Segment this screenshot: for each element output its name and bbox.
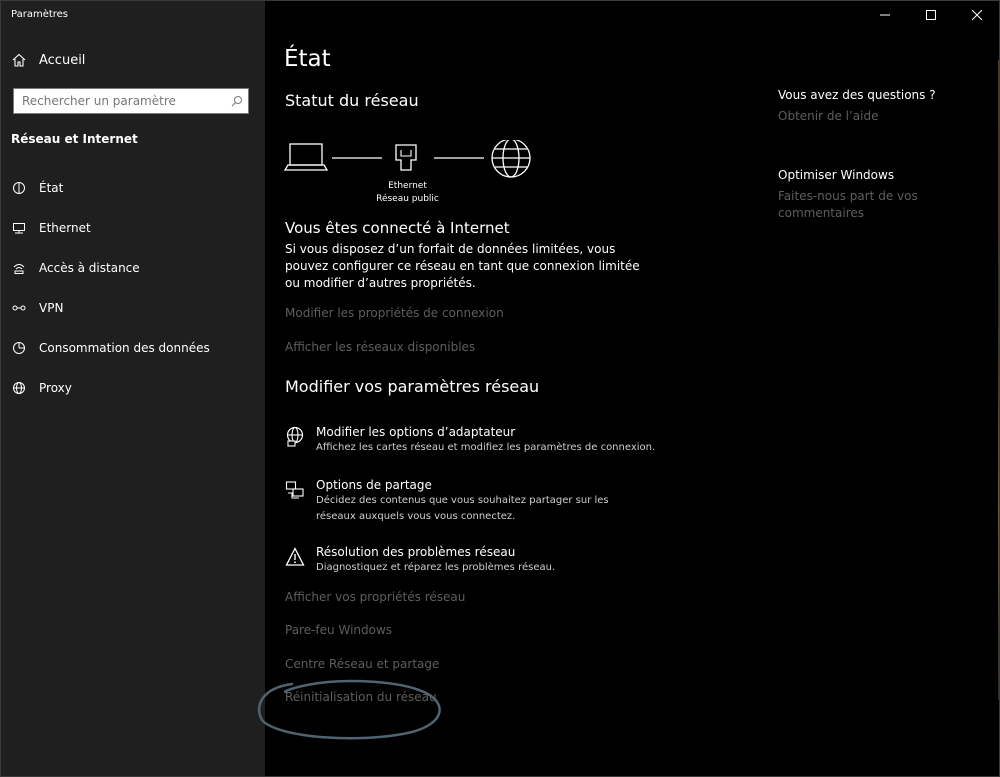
- nav-list: État Ethernet Accès à distance VPN Conso…: [0, 168, 265, 408]
- sidebar-item-label: Consommation des données: [39, 341, 210, 355]
- connection-type: Ethernet: [388, 181, 427, 191]
- search-input[interactable]: [14, 94, 226, 108]
- sidebar-item-label: Proxy: [39, 381, 72, 395]
- sidebar-item-label: Ethernet: [39, 221, 91, 235]
- section-title: Réseau et Internet: [11, 132, 138, 146]
- connected-title: Vous êtes connecté à Internet: [285, 219, 510, 237]
- sharing-icon: [285, 481, 304, 499]
- app-title: Paramètres: [11, 9, 69, 20]
- feedback-link[interactable]: Faites-nous part de vos commentaires: [778, 188, 928, 222]
- network-profile: Réseau public: [376, 194, 439, 204]
- sidebar-item-label: État: [39, 181, 64, 195]
- modify-settings-title: Modifier vos paramètres réseau: [285, 377, 540, 396]
- close-icon: [972, 10, 982, 20]
- improve-section: Optimiser Windows Faites-nous part de vo…: [778, 168, 928, 222]
- troubleshoot-item[interactable]: Résolution des problèmes réseau Diagnost…: [285, 544, 555, 576]
- home-label: Accueil: [39, 52, 86, 68]
- diagram-caption: Ethernet Réseau public: [360, 180, 455, 206]
- connected-description: Si vous disposez d’un forfait de données…: [285, 242, 640, 290]
- hand-drawn-circle-annotation: [257, 679, 441, 740]
- vpn-icon: [11, 300, 27, 316]
- option-title: Options de partage: [316, 478, 432, 492]
- close-button[interactable]: [954, 0, 1000, 30]
- status-title: Statut du réseau: [285, 91, 419, 110]
- search-box[interactable]: [13, 88, 249, 114]
- connection-properties-link[interactable]: Modifier les propriétés de connexion: [285, 306, 504, 320]
- window-controls: [862, 0, 1000, 30]
- sidebar-item-acces-distance[interactable]: Accès à distance: [0, 248, 265, 288]
- sidebar-item-ethernet[interactable]: Ethernet: [0, 208, 265, 248]
- sidebar-item-consommation[interactable]: Consommation des données: [0, 328, 265, 368]
- maximize-icon: [926, 10, 936, 20]
- help-link[interactable]: Obtenir de l’aide: [778, 108, 936, 125]
- data-usage-icon: [11, 340, 27, 356]
- globe-icon: [11, 380, 27, 396]
- page-title: État: [284, 46, 331, 72]
- sidebar-item-proxy[interactable]: Proxy: [0, 368, 265, 408]
- option-title: Résolution des problèmes réseau: [316, 545, 516, 559]
- network-properties-link[interactable]: Afficher vos propriétés réseau: [285, 590, 465, 604]
- sidebar-item-label: Accès à distance: [39, 261, 140, 275]
- option-description: Décidez des contenus que vous souhaitez …: [316, 495, 609, 522]
- ethernet-port-icon: [395, 144, 417, 171]
- network-sharing-center-link[interactable]: Centre Réseau et partage: [285, 657, 439, 671]
- questions-section: Vous avez des questions ? Obtenir de l’a…: [778, 88, 936, 125]
- ethernet-icon: [11, 220, 27, 236]
- laptop-icon: [284, 143, 329, 171]
- sidebar: Paramètres Accueil Réseau et Internet Ét…: [0, 0, 265, 777]
- internet-globe-icon: [491, 140, 531, 178]
- search-icon[interactable]: [226, 95, 248, 107]
- status-icon: [11, 180, 27, 196]
- dialup-icon: [11, 260, 27, 276]
- sharing-options-item[interactable]: Options de partage Décidez des contenus …: [285, 477, 646, 525]
- adapter-icon: [286, 426, 304, 447]
- home-icon: [12, 53, 26, 67]
- warning-icon: [285, 547, 305, 566]
- improve-title: Optimiser Windows: [778, 168, 895, 182]
- maximize-button[interactable]: [908, 0, 954, 30]
- firewall-link[interactable]: Pare-feu Windows: [285, 623, 392, 637]
- sidebar-item-label: VPN: [39, 301, 64, 315]
- option-title: Modifier les options d’adaptateur: [316, 425, 516, 439]
- home-button[interactable]: Accueil: [11, 52, 85, 68]
- sidebar-item-vpn[interactable]: VPN: [0, 288, 265, 328]
- questions-title: Vous avez des questions ?: [778, 88, 936, 102]
- minimize-button[interactable]: [862, 0, 908, 30]
- option-description: Diagnostiquez et réparez les problèmes r…: [316, 562, 556, 573]
- option-description: Affichez les cartes réseau et modifiez l…: [316, 442, 656, 453]
- sidebar-item-etat[interactable]: État: [0, 168, 265, 208]
- show-networks-link[interactable]: Afficher les réseaux disponibles: [285, 340, 475, 354]
- adapter-options-item[interactable]: Modifier les options d’adaptateur Affich…: [285, 424, 655, 456]
- minimize-icon: [880, 14, 890, 16]
